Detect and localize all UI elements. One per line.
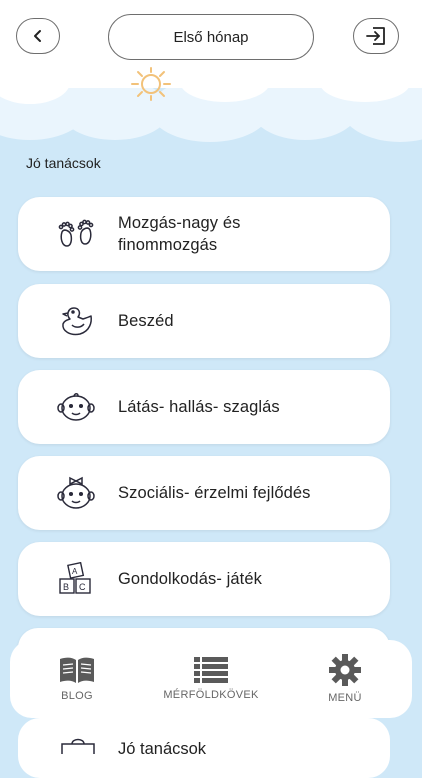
card-label: Látás- hallás- szaglás <box>118 398 280 416</box>
svg-text:C: C <box>79 582 86 592</box>
card-label-line1: Mozgás-nagy és <box>118 214 241 232</box>
card-thinking-play[interactable]: A B C Gondolkodás- játék <box>18 542 390 616</box>
svg-text:B: B <box>63 582 69 592</box>
card-motor-skills[interactable]: Mozgás-nagy és finommozgás <box>18 197 390 271</box>
card-label: Mozgás-nagy és finommozgás <box>118 212 240 256</box>
section-label: Jó tanácsok <box>26 155 101 171</box>
card-label: Beszéd <box>118 312 174 330</box>
nav-menu[interactable]: MENÜ <box>285 654 405 704</box>
sun-icon <box>131 67 171 101</box>
page-title-text: Első hónap <box>173 28 249 46</box>
rubber-duck-icon <box>54 299 98 343</box>
card-senses[interactable]: Látás- hallás- szaglás <box>18 370 390 444</box>
svg-text:A: A <box>72 567 78 576</box>
card-label-line2: finommozgás <box>118 236 218 254</box>
bottom-nav: BLOG MÉRFÖLDKÖVEK MENÜ <box>10 640 412 718</box>
list-icon <box>194 657 228 683</box>
back-button[interactable] <box>16 18 60 54</box>
nav-label: MÉRFÖLDKÖVEK <box>163 689 259 701</box>
nav-blog[interactable]: BLOG <box>17 656 137 702</box>
exit-button[interactable] <box>353 18 399 54</box>
book-icon <box>60 657 94 683</box>
card-social[interactable]: Szociális- érzelmi fejlődés <box>18 456 390 530</box>
exit-icon <box>366 27 385 45</box>
chevron-left-icon <box>34 30 41 42</box>
page-title: Első hónap <box>108 14 314 60</box>
baby-girl-face-icon <box>54 471 98 515</box>
nav-label: BLOG <box>61 690 93 702</box>
abc-blocks-icon: A B C <box>54 557 98 601</box>
card-speech[interactable]: Beszéd <box>18 284 390 358</box>
nav-milestones[interactable]: MÉRFÖLDKÖVEK <box>151 657 271 701</box>
gear-icon <box>329 654 361 686</box>
crib-icon <box>61 738 95 754</box>
nav-label: MENÜ <box>328 692 362 704</box>
card-label: Gondolkodás- játék <box>118 570 262 588</box>
baby-face-icon <box>54 385 98 429</box>
card-label: Szociális- érzelmi fejlődés <box>118 484 311 502</box>
baby-feet-icon <box>54 212 98 256</box>
